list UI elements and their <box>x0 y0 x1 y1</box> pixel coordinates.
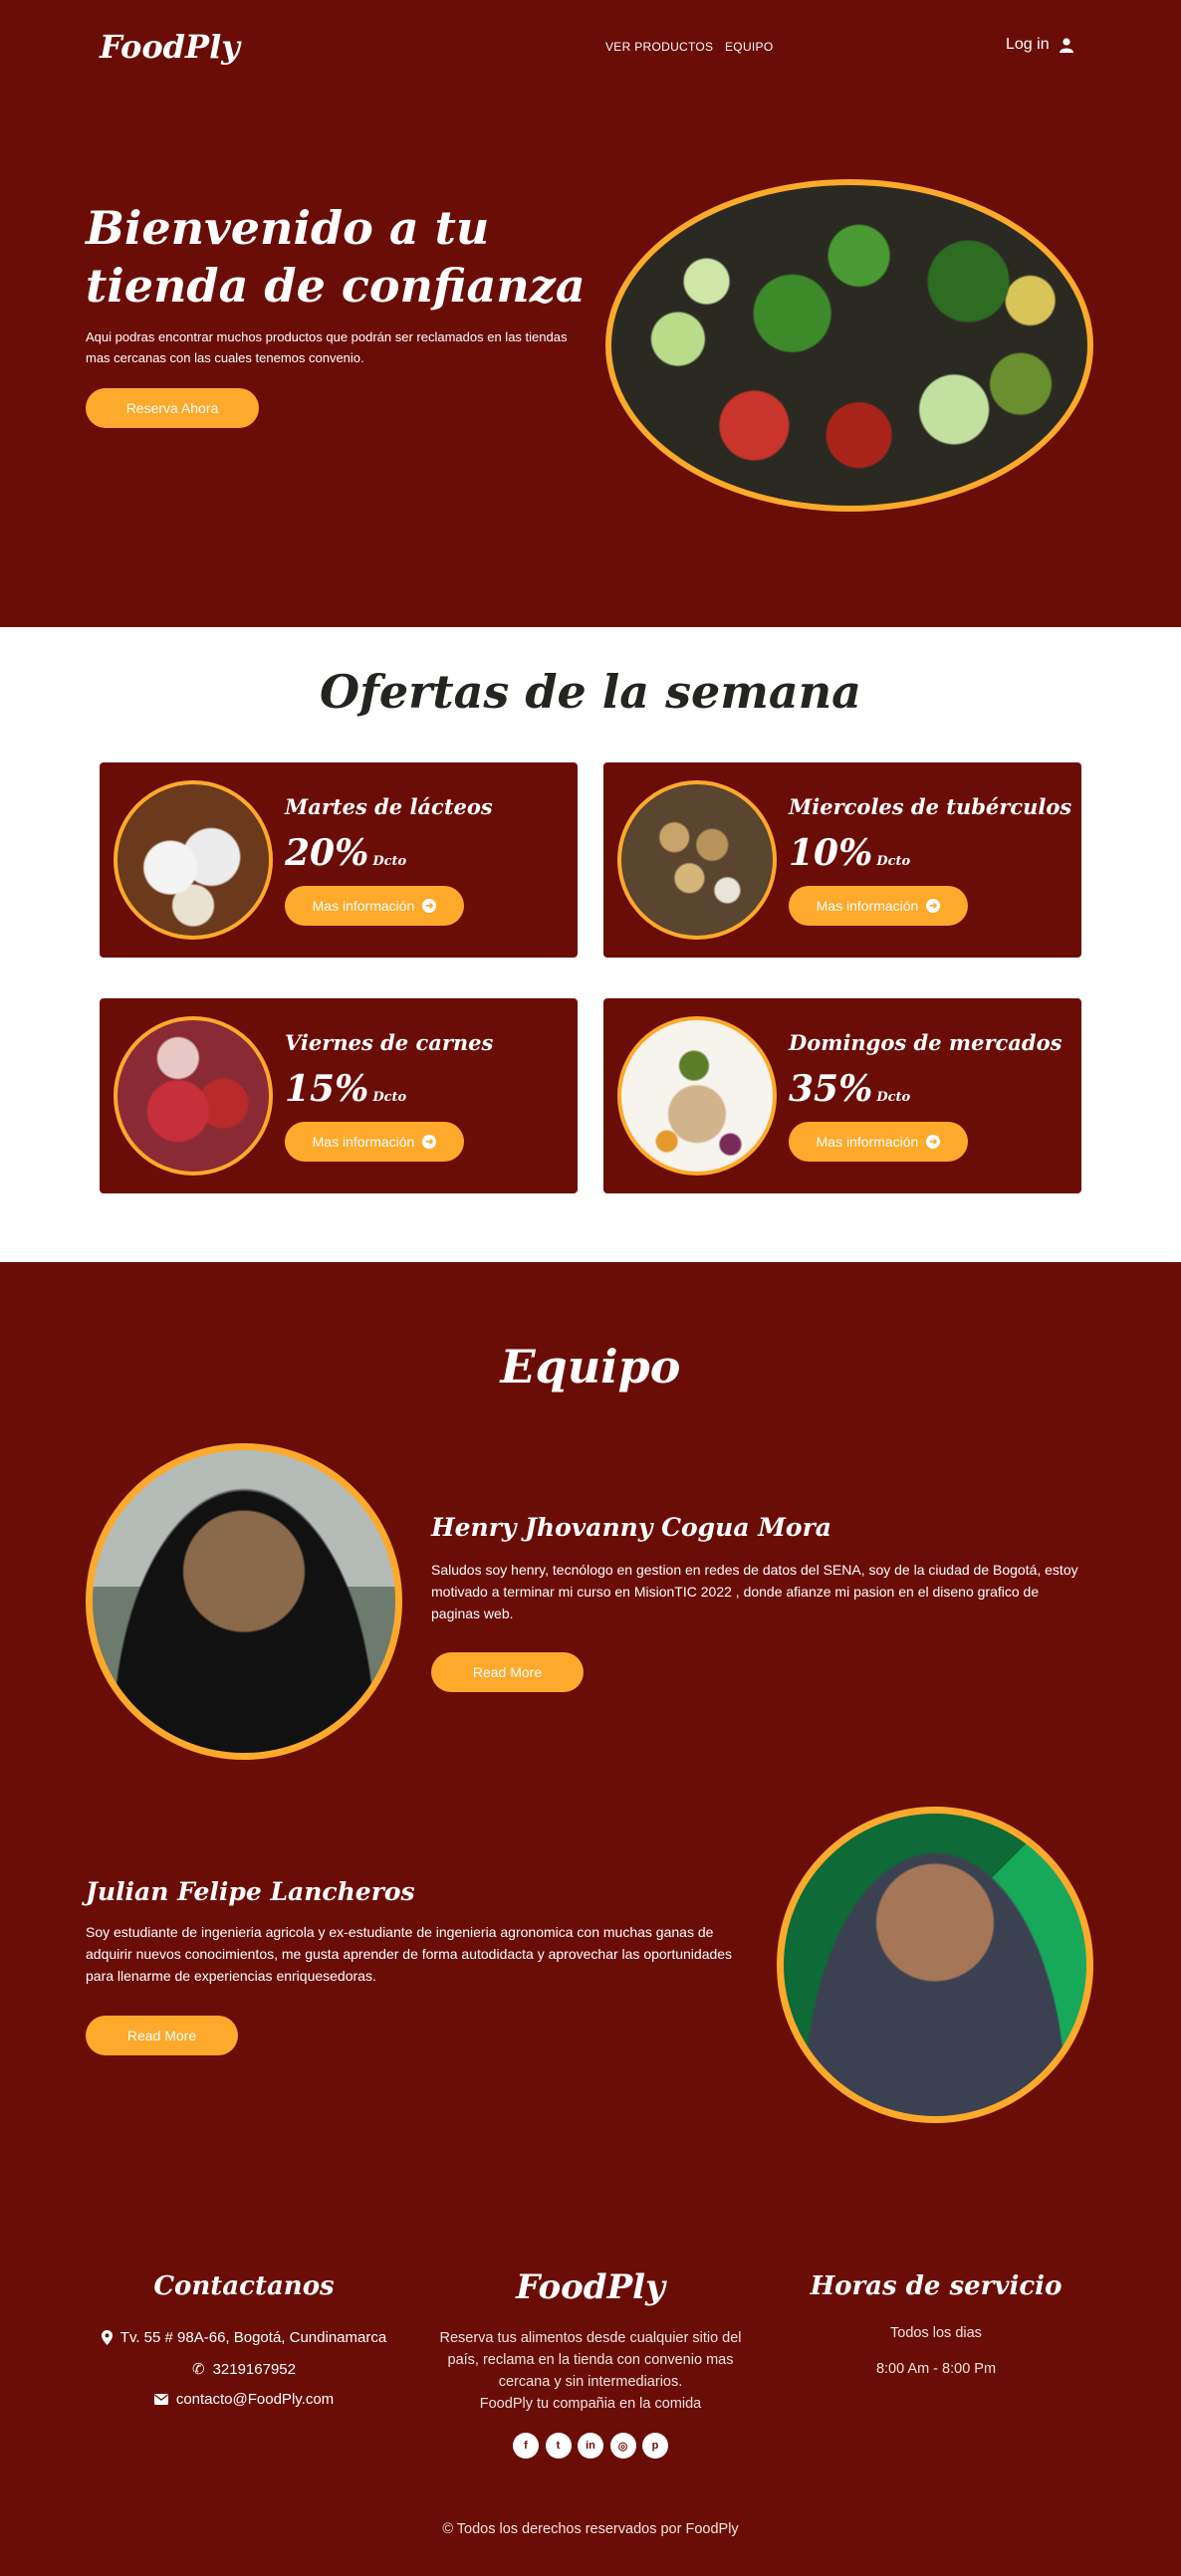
offer-percent: 10% <box>789 832 873 874</box>
member-name: Julian Felipe Lancheros <box>86 1877 415 1906</box>
copyright: © Todos los derechos reservados por Food… <box>442 2521 739 2537</box>
login-link[interactable]: Log in <box>1006 36 1073 54</box>
arrow-right-circle-icon: ➜ <box>422 899 437 913</box>
hero-title: Bienvenido a tu tienda de confianza <box>86 201 586 313</box>
offer-percent: 35% <box>789 1068 873 1110</box>
hero-text: Aqui podras encontrar muchos productos q… <box>86 329 568 365</box>
offer-title: Viernes de carnes <box>285 1030 494 1055</box>
offer-card: Martes de lácteos 20% Dcto Mas informació… <box>100 762 578 958</box>
offer-card: Domingos de mercados 35% Dcto Mas informa… <box>603 998 1081 1193</box>
offer-dcto: Dcto <box>876 1090 911 1105</box>
footer-phone: ✆ 3219167952 <box>60 2360 428 2379</box>
brand-logo[interactable]: FoodPly <box>100 28 240 66</box>
envelope-icon <box>153 2394 168 2405</box>
more-info-label: Mas información <box>816 898 919 914</box>
offer-image-dairy <box>114 780 273 940</box>
footer-time: 8:00 Am - 8:00 Pm <box>875 2361 997 2377</box>
member-photo-julian <box>777 1807 1093 2123</box>
footer-days: Todos los dias <box>890 2325 982 2341</box>
offer-dcto: Dcto <box>372 1090 407 1105</box>
more-info-label: Mas información <box>816 1134 919 1150</box>
linkedin-icon[interactable]: in <box>578 2433 603 2459</box>
offer-discount: 35% Dcto <box>789 1068 910 1110</box>
offer-card: Miercoles de tubérculos 10% Dcto Mas info… <box>603 762 1081 958</box>
offer-discount: 15% Dcto <box>285 1068 406 1110</box>
hero-vegetables-image <box>605 179 1093 512</box>
offer-title: Miercoles de tubérculos <box>789 794 1072 819</box>
facebook-icon[interactable]: f <box>513 2433 539 2459</box>
footer-tagline: FoodPly tu compañia en la comida <box>479 2396 702 2412</box>
offer-discount: 10% Dcto <box>789 832 910 874</box>
nav-equipo[interactable]: EQUIPO <box>725 40 773 54</box>
more-info-label: Mas información <box>312 898 415 914</box>
team-title: Equipo <box>500 1340 681 1394</box>
address-text: Tv. 55 # 98A-66, Bogotá, Cundinamarca <box>119 2329 387 2346</box>
offer-image-meats <box>114 1016 273 1176</box>
member-bio: Soy estudiante de ingenieria agricola y … <box>86 1924 733 1984</box>
offer-percent: 15% <box>285 1068 369 1110</box>
offer-title: Domingos de mercados <box>789 1030 1063 1055</box>
member-photo-henry <box>86 1443 402 1760</box>
footer-description: Reserva tus alimentos desde cualquier si… <box>431 2327 750 2415</box>
footer-contact-title: Contactanos <box>153 2271 335 2301</box>
phone-text: 3219167952 <box>212 2360 296 2378</box>
offer-discount: 20% Dcto <box>285 832 406 874</box>
pinterest-icon[interactable]: p <box>642 2433 668 2459</box>
offer-dcto: Dcto <box>372 854 407 869</box>
offer-image-groceries <box>617 1016 777 1176</box>
offer-card: Viernes de carnes 15% Dcto Mas informació… <box>100 998 578 1193</box>
offer-dcto: Dcto <box>876 854 911 869</box>
read-more-button[interactable]: Read More <box>431 1652 584 1692</box>
more-info-button[interactable]: Mas información ➜ <box>789 886 968 926</box>
nav-ver-productos[interactable]: VER PRODUCTOS <box>605 40 713 54</box>
offer-image-tubers <box>617 780 777 940</box>
more-info-button[interactable]: Mas información ➜ <box>285 1122 464 1162</box>
member-bio: Saludos soy henry, tecnólogo en gestion … <box>431 1562 1078 1621</box>
phone-icon: ✆ <box>191 2361 205 2378</box>
footer-brand: FoodPly <box>516 2267 665 2307</box>
offer-title: Martes de lácteos <box>285 794 493 819</box>
arrow-right-circle-icon: ➜ <box>926 1135 941 1149</box>
footer-email[interactable]: contacto@FoodPly.com <box>60 2391 428 2408</box>
footer-hours-title: Horas de servicio <box>810 2271 1063 2301</box>
more-info-button[interactable]: Mas información ➜ <box>285 886 464 926</box>
reserve-button[interactable]: Reserva Ahora <box>86 388 259 428</box>
offer-percent: 20% <box>285 832 369 874</box>
arrow-right-circle-icon: ➜ <box>926 899 941 913</box>
arrow-right-circle-icon: ➜ <box>422 1135 437 1149</box>
twitter-icon[interactable]: t <box>545 2433 572 2459</box>
user-icon <box>1059 37 1073 53</box>
footer-description-text: Reserva tus alimentos desde cualquier si… <box>439 2330 742 2390</box>
login-label: Log in <box>1006 36 1050 53</box>
map-marker-icon <box>101 2330 113 2345</box>
offers-title: Ofertas de la semana <box>320 665 861 719</box>
read-more-button[interactable]: Read More <box>86 2016 238 2055</box>
social-links: f t in ◎ p <box>513 2433 668 2459</box>
footer-address: Tv. 55 # 98A-66, Bogotá, Cundinamarca <box>60 2329 428 2346</box>
instagram-icon[interactable]: ◎ <box>609 2433 636 2459</box>
email-text: contacto@FoodPly.com <box>175 2391 335 2408</box>
more-info-button[interactable]: Mas información ➜ <box>789 1122 968 1162</box>
more-info-label: Mas información <box>312 1134 415 1150</box>
member-name: Henry Jhovanny Cogua Mora <box>431 1513 831 1542</box>
